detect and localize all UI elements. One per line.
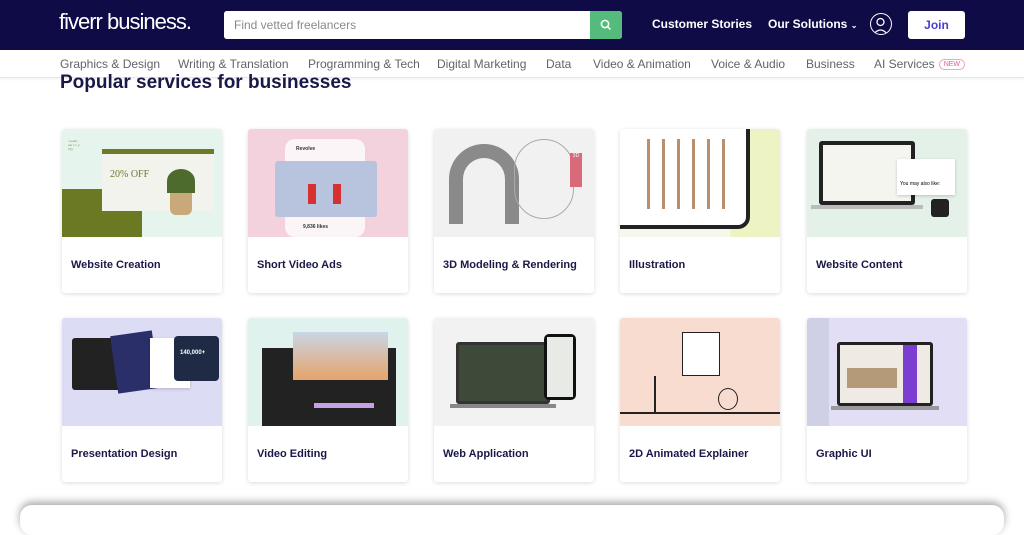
service-title: Presentation Design — [71, 448, 178, 460]
service-title: Web Application — [443, 448, 529, 460]
top-navbar: fiverr business. Customer Stories Our So… — [0, 0, 1024, 50]
category-digital-marketing[interactable]: Digital Marketing — [437, 57, 526, 71]
service-card-web-application[interactable]: Web Application — [434, 318, 594, 482]
category-data[interactable]: Data — [546, 57, 571, 71]
service-card-illustration[interactable]: Illustration — [620, 129, 780, 293]
service-card-presentation-design[interactable]: 140,000+ Presentation Design — [62, 318, 222, 482]
category-voice-audio[interactable]: Voice & Audio — [711, 57, 785, 71]
service-title: Graphic UI — [816, 448, 872, 460]
service-image — [434, 318, 594, 426]
service-image — [807, 318, 967, 426]
service-title: 2D Animated Explainer — [629, 448, 749, 460]
service-card-3d-modeling-and-rendering[interactable]: 3D 3D Modeling & Rendering — [434, 129, 594, 293]
service-card-graphic-ui[interactable]: Graphic UI — [807, 318, 967, 482]
badge-3d: 3D — [570, 153, 582, 187]
search-icon — [600, 19, 612, 31]
fiverr-business-logo[interactable]: fiverr business. — [59, 9, 192, 35]
join-button[interactable]: Join — [908, 11, 965, 39]
section-title: Popular services for businesses — [60, 72, 352, 93]
customer-stories-link[interactable]: Customer Stories — [652, 17, 752, 31]
stat-text: 140,000+ — [174, 336, 219, 381]
service-title: Video Editing — [257, 448, 328, 460]
service-image: 3D — [434, 129, 594, 237]
category-video-animation[interactable]: Video & Animation — [593, 57, 691, 71]
service-image: Revolve 9,836 likes — [248, 129, 408, 237]
search-bar — [224, 11, 622, 39]
service-title: Illustration — [629, 259, 686, 271]
service-card-2d-animated-explainer[interactable]: 2D Animated Explainer — [620, 318, 780, 482]
our-solutions-label: Our Solutions — [768, 17, 848, 31]
category-graphics-design[interactable]: Graphics & Design — [60, 57, 160, 71]
service-image: 140,000+ — [62, 318, 222, 426]
ai-services-label: AI Services — [874, 57, 935, 71]
category-business[interactable]: Business — [806, 57, 855, 71]
service-image — [620, 318, 780, 426]
category-writing-translation[interactable]: Writing & Translation — [178, 57, 289, 71]
revolve-text: Revolve — [296, 146, 316, 152]
service-title: 3D Modeling & Rendering — [443, 259, 577, 271]
service-card-website-content[interactable]: You may also like: Website Content — [807, 129, 967, 293]
service-card-short-video-ads[interactable]: Revolve 9,836 likes Short Video Ads — [248, 129, 408, 293]
also-like-text: You may also like: — [897, 159, 955, 195]
new-badge: NEW — [938, 59, 966, 71]
bottom-panel — [20, 505, 1004, 535]
service-title: Short Video Ads — [257, 259, 342, 271]
category-programming-tech[interactable]: Programming & Tech — [308, 57, 420, 71]
search-input[interactable] — [224, 11, 588, 39]
category-ai-services[interactable]: AI Services NEW — [874, 57, 966, 71]
service-card-video-editing[interactable]: Video Editing — [248, 318, 408, 482]
service-title: Website Creation — [71, 259, 161, 271]
likes-text: 9,836 likes — [303, 224, 329, 230]
service-image: <code> var x = y; fn(); 20% OFF — [62, 129, 222, 237]
search-button[interactable] — [590, 11, 622, 39]
service-image — [248, 318, 408, 426]
our-solutions-menu[interactable]: Our Solutions ⌄ — [768, 17, 857, 31]
offer-text: 20% OFF — [110, 169, 150, 180]
service-image: You may also like: — [807, 129, 967, 237]
user-avatar-icon[interactable] — [870, 13, 892, 35]
service-image — [620, 129, 780, 237]
service-title: Website Content — [816, 259, 903, 271]
chevron-down-icon: ⌄ — [850, 21, 858, 30]
service-card-website-creation[interactable]: <code> var x = y; fn(); 20% OFF Website Crea… — [62, 129, 222, 293]
